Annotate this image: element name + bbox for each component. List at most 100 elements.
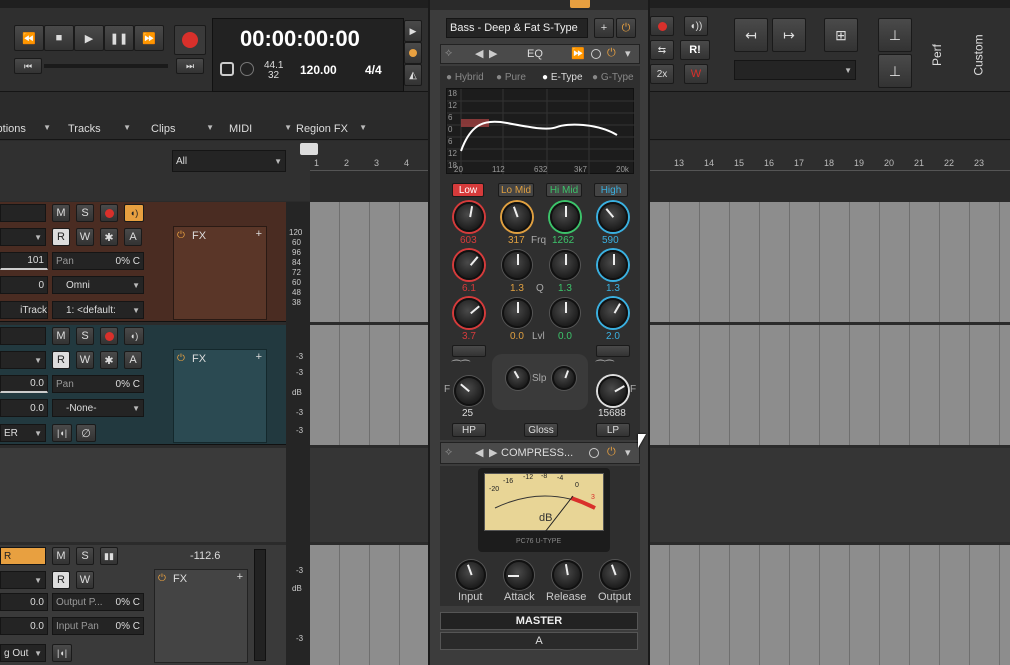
timeline-ruler[interactable]: 1 2 3 4 13 14 15 16 17 18 19 20 21 22 23 bbox=[310, 141, 1010, 171]
comp-release-knob[interactable] bbox=[552, 560, 582, 590]
bus-label[interactable]: MASTER bbox=[440, 612, 638, 630]
tempo-display[interactable]: 120.00 bbox=[300, 63, 337, 77]
track-2-waveform-button[interactable]: |◖| bbox=[52, 424, 72, 442]
playhead[interactable] bbox=[300, 143, 318, 155]
stop-button[interactable]: ■ bbox=[44, 25, 74, 51]
track-1-output-select[interactable]: 1: <default: bbox=[52, 301, 144, 319]
band-himid-label[interactable]: Hi Mid bbox=[546, 183, 582, 197]
metronome-button[interactable]: ▶ bbox=[404, 20, 422, 42]
empty-lane[interactable] bbox=[310, 448, 1010, 542]
drag-handle-icon[interactable]: ⟡ bbox=[445, 47, 452, 60]
goto-end-button[interactable]: ⏭ bbox=[176, 58, 204, 74]
power-icon[interactable]: ⏻ bbox=[177, 230, 185, 241]
expand-icon[interactable]: ⏩ bbox=[571, 47, 585, 60]
input-monitor-button[interactable]: ◖)) bbox=[684, 16, 708, 36]
track-1-trim[interactable]: 0 bbox=[0, 276, 48, 294]
track-1-fx-bin[interactable]: ⏻ FX + bbox=[173, 226, 267, 320]
punch-record-button[interactable]: R! bbox=[680, 40, 710, 60]
preset-add-button[interactable]: + bbox=[594, 18, 614, 38]
track-2-dropdown[interactable] bbox=[0, 351, 46, 369]
hp-button[interactable]: HP bbox=[452, 423, 486, 437]
track-2-fx-bin[interactable]: ⏻ FX + bbox=[173, 349, 267, 443]
midi-menu[interactable]: MIDI bbox=[229, 123, 295, 135]
lp-slope-knob[interactable] bbox=[552, 366, 576, 390]
track-3-mute[interactable]: M bbox=[52, 547, 70, 565]
goto-start-button[interactable]: ⏮ bbox=[14, 58, 42, 74]
loop-icon[interactable] bbox=[220, 62, 234, 76]
lomid-q-knob[interactable] bbox=[502, 250, 532, 280]
clips-menu[interactable]: Clips bbox=[151, 123, 217, 135]
track-1-volume[interactable]: 101 bbox=[0, 252, 48, 270]
add-fx-icon[interactable]: + bbox=[256, 228, 262, 240]
track-1-mute[interactable]: M bbox=[52, 204, 70, 222]
rack-power-button[interactable]: ⏻ bbox=[616, 18, 636, 38]
comp-input-knob[interactable] bbox=[456, 560, 486, 590]
track-2-solo[interactable]: S bbox=[76, 327, 94, 345]
record-button[interactable] bbox=[174, 25, 206, 55]
track-lane-1[interactable] bbox=[310, 202, 1010, 322]
track-2-read[interactable]: R bbox=[52, 351, 70, 369]
rewind-button[interactable]: ⏪ bbox=[14, 25, 44, 51]
forward-button[interactable]: ⏩ bbox=[134, 25, 164, 51]
track-2-freeze[interactable]: ✱ bbox=[100, 351, 118, 369]
snap-button-1[interactable]: ⊥ bbox=[878, 18, 912, 52]
drag-handle-icon[interactable]: ⟡ bbox=[445, 446, 452, 459]
track-2-mute[interactable]: M bbox=[52, 327, 70, 345]
comp-menu-icon[interactable]: ▾ bbox=[625, 446, 631, 459]
track-lane-3[interactable] bbox=[310, 545, 1010, 665]
eq-power-icon[interactable]: ⏻ bbox=[607, 47, 616, 60]
perf-tab[interactable]: Perf bbox=[930, 44, 944, 66]
custom-tab[interactable]: Custom bbox=[972, 34, 986, 75]
bypass-icon[interactable] bbox=[589, 448, 599, 458]
add-fx-icon[interactable]: + bbox=[256, 351, 262, 363]
track-1-record[interactable] bbox=[100, 204, 118, 222]
next-icon[interactable]: ▶ bbox=[489, 446, 497, 459]
track-3-solo[interactable]: S bbox=[76, 547, 94, 565]
track-2-phase-button[interactable]: ∅ bbox=[76, 424, 96, 442]
high-freq-knob[interactable] bbox=[598, 202, 628, 232]
high-shelf-toggle[interactable] bbox=[596, 345, 630, 357]
track-1-solo[interactable]: S bbox=[76, 204, 94, 222]
filter-select[interactable]: All bbox=[172, 150, 286, 172]
sync-icon[interactable] bbox=[240, 62, 254, 76]
track-3-output-pan[interactable]: Output P... 0% C bbox=[52, 593, 144, 611]
low-freq-knob[interactable] bbox=[454, 202, 484, 232]
time-display[interactable]: 00:00:00:00 bbox=[240, 26, 360, 52]
track-3-waveform-button[interactable]: |◖| bbox=[52, 644, 72, 662]
himid-freq-knob[interactable] bbox=[550, 202, 580, 232]
track-2-write[interactable]: W bbox=[76, 351, 94, 369]
track-2-input-echo[interactable]: ◖) bbox=[124, 327, 144, 345]
region-fx-menu[interactable]: Region FX bbox=[296, 123, 370, 135]
prev-icon[interactable]: ◀ bbox=[475, 47, 483, 60]
comp-attack-knob[interactable] bbox=[504, 560, 534, 590]
tracks-menu[interactable]: Tracks bbox=[68, 123, 134, 135]
play-button[interactable]: ▶ bbox=[74, 25, 104, 51]
click-button[interactable] bbox=[404, 42, 422, 64]
track-1-header[interactable]: M S ◖) R W ✱ A 101 Pan 0% C 0 Omni iTrack… bbox=[0, 202, 286, 322]
prev-icon[interactable]: ◀ bbox=[475, 446, 483, 459]
track-3-write[interactable]: W bbox=[76, 571, 94, 589]
record-mode-button[interactable] bbox=[650, 16, 674, 36]
track-3-meter-button[interactable]: ▮▮ bbox=[100, 547, 118, 565]
mode-hybrid[interactable]: ● Hybrid bbox=[446, 72, 484, 83]
band-lomid-label[interactable]: Lo Mid bbox=[498, 183, 534, 197]
lp-freq-knob[interactable] bbox=[598, 376, 628, 406]
power-icon[interactable]: ⏻ bbox=[158, 573, 166, 584]
eq-menu-icon[interactable]: ▾ bbox=[625, 47, 631, 60]
track-3-input-pan[interactable]: Input Pan 0% C bbox=[52, 617, 144, 635]
track-2-output-select[interactable]: ER bbox=[0, 424, 46, 442]
eq-graph[interactable]: 18 12 6 0 6 12 18 bbox=[446, 88, 635, 175]
track-3-read[interactable]: R bbox=[52, 571, 70, 589]
track-2-arm[interactable]: A bbox=[124, 351, 142, 369]
hp-slope-knob[interactable] bbox=[506, 366, 530, 390]
track-2-trim[interactable]: 0.0 bbox=[0, 399, 48, 417]
power-icon[interactable]: ⏻ bbox=[177, 353, 185, 364]
track-3-fx-bin[interactable]: ⏻ FX + bbox=[154, 569, 248, 663]
track-3-output-select[interactable]: g Out bbox=[0, 644, 46, 662]
track-3-dropdown[interactable] bbox=[0, 571, 46, 589]
multiplier-button[interactable]: 2x bbox=[650, 64, 674, 84]
mode-gtype[interactable]: ● G-Type bbox=[592, 72, 634, 83]
gloss-button[interactable]: Gloss bbox=[524, 423, 558, 437]
metronome-icon-button[interactable]: ◭ bbox=[404, 64, 422, 86]
high-q-knob[interactable] bbox=[598, 250, 628, 280]
